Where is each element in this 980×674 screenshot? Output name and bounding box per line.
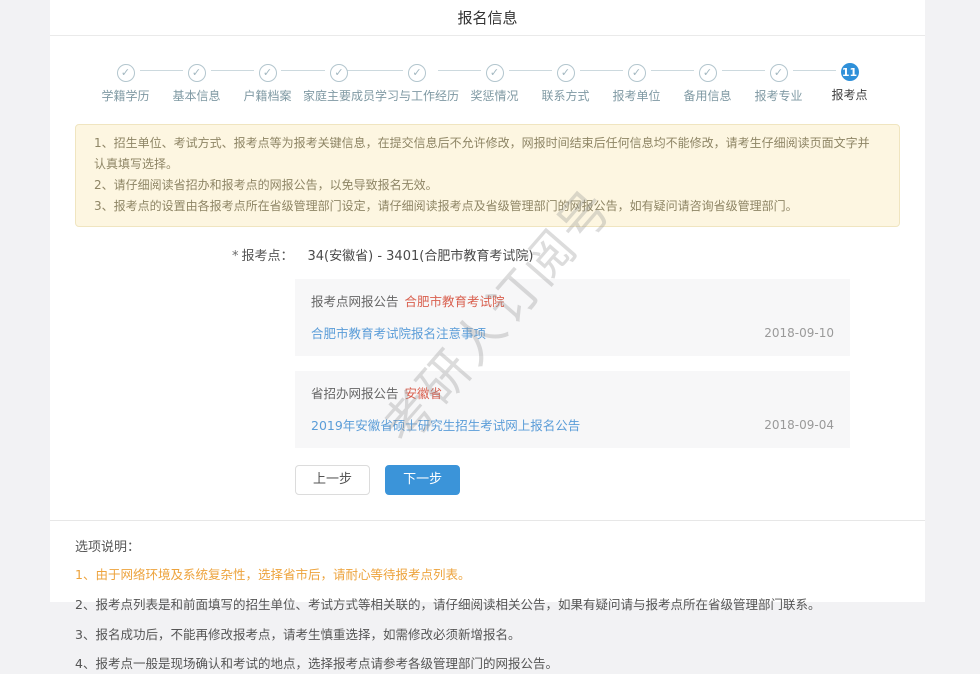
- registration-form-card: 报名信息 ✓ 学籍学历 ✓ 基本信息 ✓ 户籍档案 ✓ 家庭主要成员 ✓ 学习与…: [50, 0, 925, 671]
- step-label: 基本信息: [172, 89, 221, 103]
- province-announcement-card: 省招办网报公告 安徽省 2019年安徽省硕士研究生招生考试网上报名公告 2018-…: [295, 371, 850, 448]
- check-icon: ✓: [485, 64, 504, 82]
- notice-line: 2、请仔细阅读省招办和报考点的网报公告，以免导致报名无效。: [94, 178, 438, 192]
- step-household-file[interactable]: ✓ 户籍档案: [210, 61, 303, 104]
- step-label: 报考单位: [612, 89, 661, 103]
- wizard-stepper: ✓ 学籍学历 ✓ 基本信息 ✓ 户籍档案 ✓ 家庭主要成员 ✓ 学习与工作经历 …: [50, 36, 925, 104]
- announcement-link[interactable]: 合肥市教育考试院报名注意事项: [311, 323, 486, 342]
- check-icon: ✓: [116, 64, 135, 82]
- step-basic-info[interactable]: ✓ 基本信息: [139, 61, 232, 104]
- announcement-header: 报考点网报公告 合肥市教育考试院: [311, 291, 834, 310]
- check-icon: ✓: [408, 64, 427, 82]
- exam-site-form-row: * 报考点： 34(安徽省) - 3401(合肥市教育考试院): [232, 245, 925, 264]
- step-backup-info[interactable]: ✓ 备用信息: [650, 61, 743, 104]
- check-icon: ✓: [330, 64, 348, 82]
- step-target-major[interactable]: ✓ 报考专业: [721, 61, 814, 104]
- step-label: 备用信息: [683, 89, 732, 103]
- step-number-badge: 11: [840, 63, 859, 81]
- exam-site-selected-value: 34(安徽省) - 3401(合肥市教育考试院): [307, 249, 534, 264]
- announcement-date: 2018-09-10: [764, 325, 834, 340]
- announcement-org: 合肥市教育考试院: [404, 294, 505, 309]
- step-label: 报考专业: [754, 89, 803, 103]
- wizard-buttons: 上一步 下一步: [295, 465, 925, 495]
- check-icon: ✓: [187, 64, 206, 82]
- announcement-header: 省招办网报公告 安徽省: [311, 383, 834, 402]
- page-title: 报名信息: [50, 0, 925, 36]
- key-info-notice: 1、招生单位、考试方式、报考点等为报考关键信息，在提交信息后不允许修改，网报时间…: [75, 124, 900, 227]
- options-item: 3、报名成功后，不能再修改报考点，请考生慎重选择，如需修改必须新增报名。: [75, 626, 521, 642]
- step-exam-site-current[interactable]: 11 报考点: [792, 61, 885, 104]
- notice-line: 1、招生单位、考试方式、报考点等为报考关键信息，在提交信息后不允许修改，网报时间…: [94, 136, 870, 171]
- step-label: 家庭主要成员: [303, 89, 376, 103]
- step-target-institution[interactable]: ✓ 报考单位: [579, 61, 672, 104]
- step-label: 联系方式: [541, 89, 590, 103]
- check-icon: ✓: [627, 64, 646, 82]
- step-label: 学习与工作经历: [375, 89, 460, 103]
- exam-site-announcement-card: 报考点网报公告 合肥市教育考试院 合肥市教育考试院报名注意事项 2018-09-1…: [295, 279, 850, 356]
- required-mark: *: [232, 249, 239, 264]
- announcement-type-label: 报考点网报公告: [311, 294, 399, 309]
- step-study-work-history[interactable]: ✓ 学习与工作经历: [347, 61, 460, 104]
- options-explanation: 选项说明： 1、由于网络环境及系统复杂性，选择省市后，请耐心等待报考点列表。 2…: [50, 521, 925, 674]
- options-heading: 选项说明：: [75, 540, 141, 555]
- options-item: 4、报考点一般是现场确认和考试的地点，选择报考点请参考各级管理部门的网报公告。: [75, 656, 558, 672]
- step-label: 奖惩情况: [470, 89, 519, 103]
- check-icon: ✓: [556, 64, 575, 82]
- next-step-button[interactable]: 下一步: [385, 465, 461, 495]
- step-label: 学籍学历: [101, 89, 150, 103]
- exam-site-label: 报考点：: [241, 249, 294, 264]
- step-rewards-punishments[interactable]: ✓ 奖惩情况: [437, 61, 530, 104]
- check-icon: ✓: [698, 64, 717, 82]
- step-label: 户籍档案: [243, 89, 292, 103]
- announcement-org: 安徽省: [404, 386, 443, 401]
- previous-step-button[interactable]: 上一步: [295, 465, 371, 495]
- announcement-list: 报考点网报公告 合肥市教育考试院 合肥市教育考试院报名注意事项 2018-09-1…: [295, 279, 850, 448]
- announcement-date: 2018-09-04: [764, 417, 834, 432]
- options-item: 2、报考点列表是和前面填写的招生单位、考试方式等相关联的，请仔细阅读相关公告，如…: [75, 596, 821, 612]
- check-icon: ✓: [769, 64, 788, 82]
- step-contact-info[interactable]: ✓ 联系方式: [508, 61, 601, 104]
- check-icon: ✓: [258, 64, 277, 82]
- step-student-status[interactable]: ✓ 学籍学历: [90, 61, 161, 104]
- announcement-type-label: 省招办网报公告: [311, 386, 399, 401]
- options-item: 1、由于网络环境及系统复杂性，选择省市后，请耐心等待报考点列表。: [75, 567, 471, 582]
- step-family-members[interactable]: ✓ 家庭主要成员: [280, 61, 376, 104]
- announcement-body: 2019年安徽省硕士研究生招生考试网上报名公告 2018-09-04: [311, 415, 834, 434]
- step-label: 报考点: [831, 88, 868, 102]
- announcement-link[interactable]: 2019年安徽省硕士研究生招生考试网上报名公告: [311, 415, 580, 434]
- announcement-body: 合肥市教育考试院报名注意事项 2018-09-10: [311, 323, 834, 342]
- notice-line: 3、报考点的设置由各报考点所在省级管理部门设定，请仔细阅读报考点及省级管理部门的…: [94, 199, 798, 213]
